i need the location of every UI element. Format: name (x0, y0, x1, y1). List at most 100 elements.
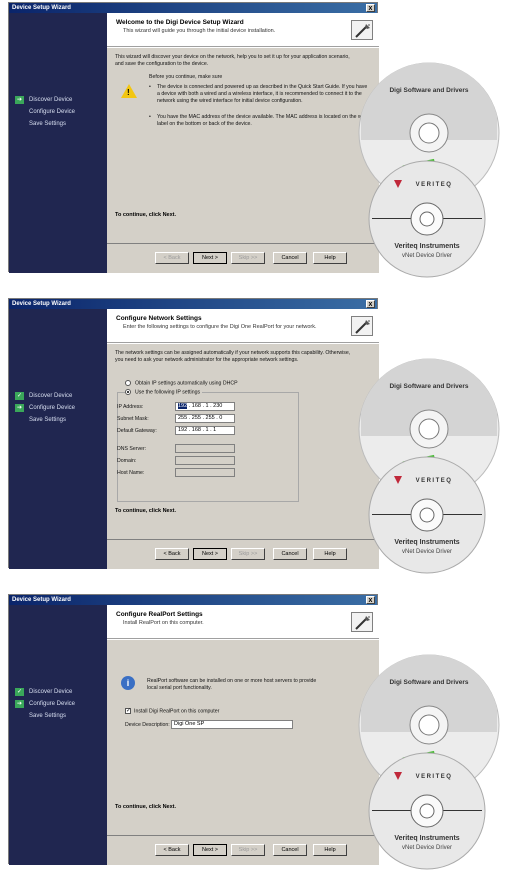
wizard-content: Configure RealPort Settings Install Real… (107, 605, 379, 865)
wizard-window: Device Setup Wizard x ✓ Discover Device … (8, 298, 379, 569)
step-label: Save Settings (29, 713, 67, 719)
ip-address-label: IP Address: (117, 404, 144, 410)
disc-brand: VERITEQ (416, 774, 453, 780)
step-label: Configure Device (29, 109, 76, 115)
next-button[interactable]: Next > (193, 252, 227, 264)
wizard-button-bar: < Back Next > Skip >> Cancel Help (107, 539, 379, 569)
step-discover-device: ✓ Discover Device (15, 391, 75, 401)
page-title: Configure RealPort Settings (116, 611, 203, 618)
help-button[interactable]: Help (313, 252, 347, 264)
close-button[interactable]: x (366, 596, 375, 604)
step-marker-empty (15, 712, 24, 720)
next-button[interactable]: Next > (193, 548, 227, 560)
disc-brand: VERITEQ (416, 478, 453, 484)
radio-label: Use the following IP settings (135, 389, 201, 396)
static-ip-radio[interactable]: Use the following IP settings (125, 389, 203, 396)
device-description-field[interactable]: Digi One SP (171, 720, 293, 729)
device-description-label: Device Description: (125, 722, 170, 728)
close-button[interactable]: x (366, 300, 375, 308)
arrow-right-icon: ➔ (15, 96, 24, 104)
step-marker-empty (15, 108, 24, 116)
veriteq-driver-cd: VERITEQ Veriteq Instruments vNet Device … (368, 160, 486, 278)
ip-address-field[interactable]: 192 . 168 . 1 . 230 (175, 402, 235, 411)
wizard-window: Device Setup Wizard x ➔ Discover Device … (8, 2, 379, 273)
continue-instruction: To continue, click Next. (115, 212, 177, 218)
domain-field[interactable] (175, 456, 235, 465)
continue-instruction: To continue, click Next. (115, 508, 177, 514)
next-button[interactable]: Next > (193, 844, 227, 856)
step-label: Configure Device (29, 701, 76, 707)
disc-subtitle: vNet Device Driver (402, 549, 452, 555)
back-button[interactable]: < Back (155, 252, 189, 264)
wizard-window: Device Setup Wizard x ✓ Discover Device … (8, 594, 379, 865)
disc-software-label: Digi Software and Drivers (389, 679, 468, 686)
disc-title: Veriteq Instruments (394, 539, 459, 546)
disc-title: Veriteq Instruments (394, 243, 459, 250)
bullet-mac-address: You have the MAC address of the device a… (157, 114, 371, 127)
wizard-header: Welcome to the Digi Device Setup Wizard … (107, 13, 379, 47)
wizard-wand-icon (351, 612, 373, 632)
install-realport-checkbox[interactable]: ✓ Install Digi RealPort on this computer (125, 708, 219, 714)
window-title: Device Setup Wizard (12, 597, 71, 603)
dns-server-field[interactable] (175, 444, 235, 453)
disc-software-label: Digi Software and Drivers (389, 383, 468, 390)
cancel-button[interactable]: Cancel (273, 252, 307, 264)
wizard-screenshot-welcome: Device Setup Wizard x ➔ Discover Device … (0, 0, 506, 280)
radio-button[interactable] (125, 389, 131, 395)
disc-subtitle: vNet Device Driver (402, 845, 452, 851)
bullet-dot: • (149, 114, 151, 120)
step-configure-device: Configure Device (15, 107, 75, 117)
subnet-mask-field[interactable]: 255 . 255 . 255 . 0 (175, 414, 235, 423)
window-titlebar[interactable]: Device Setup Wizard x (9, 299, 377, 309)
window-title: Device Setup Wizard (12, 301, 71, 307)
cancel-button[interactable]: Cancel (273, 548, 307, 560)
window-title: Device Setup Wizard (12, 5, 71, 11)
close-button[interactable]: x (366, 4, 375, 12)
checkmark-icon: ✓ (15, 392, 24, 400)
wizard-content: Welcome to the Digi Device Setup Wizard … (107, 13, 379, 273)
wizard-body: The network settings can be assigned aut… (107, 344, 379, 539)
default-gateway-field[interactable]: 192 . 168 . 1 . 1 (175, 426, 235, 435)
subnet-mask-label: Subnet Mask: (117, 416, 149, 422)
wizard-sidebar: ✓ Discover Device ➔ Configure Device Sav… (9, 605, 107, 865)
wizard-content: Configure Network Settings Enter the fol… (107, 309, 379, 569)
window-titlebar[interactable]: Device Setup Wizard x (9, 3, 377, 13)
skip-button[interactable]: Skip >> (231, 252, 265, 264)
window-titlebar[interactable]: Device Setup Wizard x (9, 595, 377, 605)
step-label: Save Settings (29, 121, 67, 127)
back-button[interactable]: < Back (155, 844, 189, 856)
wizard-header: Configure Network Settings Enter the fol… (107, 309, 379, 343)
veriteq-driver-cd: VERITEQ Veriteq Instruments vNet Device … (368, 752, 486, 870)
disc-brand: VERITEQ (416, 182, 453, 188)
dhcp-radio[interactable]: Obtain IP settings automatically using D… (125, 380, 238, 386)
step-save-settings: Save Settings (15, 415, 75, 425)
wizard-header: Configure RealPort Settings Install Real… (107, 605, 379, 639)
step-save-settings: Save Settings (15, 711, 75, 721)
warning-mark: ! (127, 88, 130, 97)
default-gateway-label: Default Gateway: (117, 428, 157, 434)
radio-button[interactable] (125, 380, 131, 386)
arrow-right-icon: ➔ (15, 404, 24, 412)
wizard-screenshot-realport: Device Setup Wizard x ✓ Discover Device … (0, 592, 506, 872)
bullet-dot: • (149, 84, 151, 90)
domain-label: Domain: (117, 458, 137, 464)
checkbox-label: Install Digi RealPort on this computer (134, 708, 220, 715)
bullet-connected: The device is connected and powered up a… (157, 84, 368, 104)
disc-title: Veriteq Instruments (394, 835, 459, 842)
step-discover-device: ✓ Discover Device (15, 687, 75, 697)
checkmark-icon: ✓ (15, 688, 24, 696)
skip-button[interactable]: Skip >> (231, 548, 265, 560)
back-button[interactable]: < Back (155, 548, 189, 560)
checkbox[interactable]: ✓ (125, 708, 131, 714)
host-name-field[interactable] (175, 468, 235, 477)
step-label: Discover Device (29, 97, 73, 103)
continue-instruction: To continue, click Next. (115, 804, 177, 810)
step-configure-device: ➔ Configure Device (15, 403, 75, 413)
wizard-wand-icon (351, 20, 373, 40)
wizard-button-bar: < Back Next > Skip >> Cancel Help (107, 243, 379, 273)
page-subtitle: Install RealPort on this computer. (123, 620, 204, 626)
skip-button[interactable]: Skip >> (231, 844, 265, 856)
help-button[interactable]: Help (313, 548, 347, 560)
help-button[interactable]: Help (313, 844, 347, 856)
cancel-button[interactable]: Cancel (273, 844, 307, 856)
